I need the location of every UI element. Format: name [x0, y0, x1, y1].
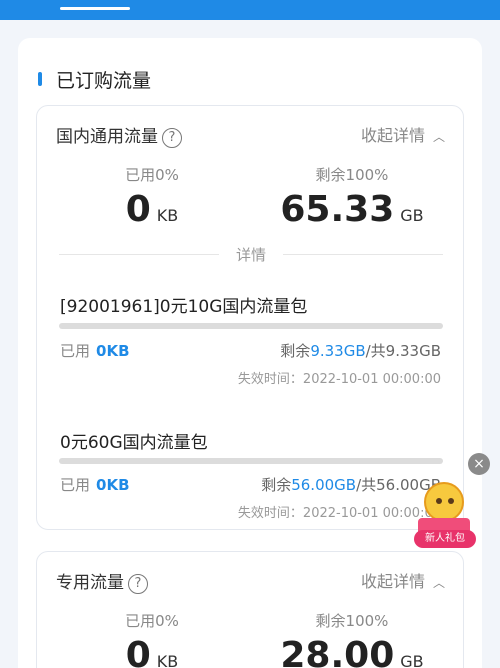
- package-expire: 失效时间：2022-10-01 00:00:00: [237, 506, 441, 521]
- top-tab-bar: [0, 0, 500, 20]
- general-traffic-title: 国内通用流量: [56, 127, 158, 147]
- used-percent-label: 已用0%: [125, 612, 179, 630]
- details-label: 详情: [233, 244, 269, 265]
- chevron-up-icon: ︿: [432, 576, 445, 590]
- mascot-icon: [424, 482, 464, 522]
- package-used: 已用 0KB: [60, 476, 130, 494]
- help-icon[interactable]: ?: [128, 574, 148, 594]
- package-remain: 剩余9.33GB/共9.33GB: [280, 342, 441, 360]
- remain-amount: 65.33 GB: [280, 189, 424, 230]
- general-traffic-box: 国内通用流量? 收起详情 ︿ 已用0% 0 KB 剩余100% 65.33 GB 详情…: [36, 105, 464, 530]
- used-stat: 已用0% 0 KB: [92, 164, 212, 230]
- collapse-details-button[interactable]: 收起详情 ︿: [361, 568, 445, 592]
- package-used: 已用 0KB: [60, 342, 130, 360]
- package-expire: 失效时间：2022-10-01 00:00:00: [237, 372, 441, 387]
- collapse-details-button[interactable]: 收起详情 ︿: [361, 122, 445, 146]
- remain-percent-label: 剩余100%: [315, 166, 389, 184]
- help-icon[interactable]: ?: [162, 128, 182, 148]
- chevron-up-icon: ︿: [432, 130, 445, 144]
- active-tab-indicator: [60, 7, 130, 10]
- gift-badge-label: 新人礼包: [414, 530, 476, 548]
- used-amount: 0 KB: [125, 189, 179, 230]
- used-percent-label: 已用0%: [125, 166, 179, 184]
- used-amount: 0 KB: [125, 635, 179, 668]
- package-progress-bar: [59, 323, 443, 329]
- section-title: 已订购流量: [56, 70, 152, 92]
- package-name: 0元60G国内流量包: [60, 433, 208, 453]
- new-user-gift-widget[interactable]: 新人礼包: [414, 480, 476, 548]
- used-stat: 已用0% 0 KB: [92, 610, 212, 668]
- package-name: [92001961]0元10G国内流量包: [60, 297, 308, 317]
- remain-percent-label: 剩余100%: [315, 612, 389, 630]
- special-traffic-title: 专用流量: [56, 573, 124, 593]
- remain-amount: 28.00 GB: [280, 635, 424, 668]
- remain-stat: 剩余100% 65.33 GB: [272, 164, 432, 230]
- remain-stat: 剩余100% 28.00 GB: [272, 610, 432, 668]
- package-progress-bar: [59, 458, 443, 464]
- divider-left: [59, 254, 219, 255]
- close-icon[interactable]: ×: [468, 453, 490, 475]
- special-traffic-header: 专用流量?: [56, 568, 148, 594]
- special-traffic-box: 专用流量? 收起详情 ︿ 已用0% 0 KB 剩余100% 28.00 GB: [36, 551, 464, 668]
- divider-right: [283, 254, 443, 255]
- general-traffic-header: 国内通用流量?: [56, 122, 182, 148]
